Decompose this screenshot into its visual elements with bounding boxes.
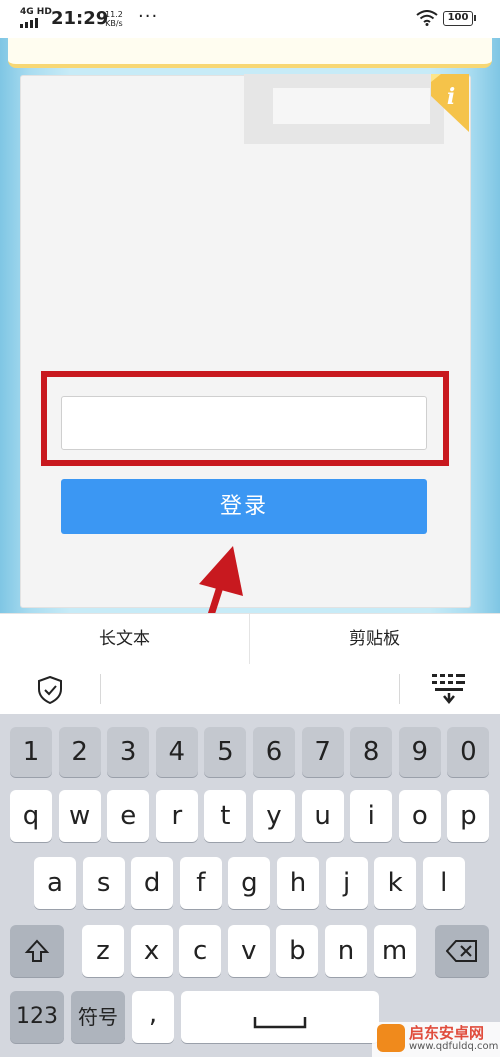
battery-icon: 100: [443, 11, 476, 26]
more-notifications-icon: ···: [138, 6, 159, 27]
shield-icon[interactable]: [37, 676, 63, 704]
key-r[interactable]: r: [155, 790, 198, 842]
clock: 21:29: [51, 8, 109, 29]
key-4[interactable]: 4: [155, 727, 198, 777]
key-j[interactable]: j: [325, 857, 368, 909]
key-y[interactable]: y: [253, 790, 295, 842]
backspace-icon: [445, 940, 477, 962]
key-0[interactable]: 0: [447, 727, 490, 777]
backspace-key[interactable]: [435, 925, 489, 977]
watermark-url: www.qdfuldq.com: [409, 1041, 499, 1052]
shift-key[interactable]: [10, 925, 64, 977]
key-123[interactable]: 123: [10, 991, 64, 1043]
key-z[interactable]: z: [82, 925, 124, 977]
divider: [100, 674, 101, 704]
info-icon[interactable]: i: [431, 74, 469, 132]
key-s[interactable]: s: [82, 857, 125, 909]
shift-icon: [24, 939, 50, 962]
key-e[interactable]: e: [107, 790, 150, 842]
tab-clipboard[interactable]: 剪贴板: [250, 614, 499, 664]
key-i[interactable]: i: [350, 790, 393, 842]
key-h[interactable]: h: [277, 857, 319, 909]
key-c[interactable]: c: [179, 925, 222, 977]
key-k[interactable]: k: [374, 857, 417, 909]
network-indicator: 4G HD: [20, 7, 52, 17]
key-a[interactable]: a: [34, 857, 76, 909]
key-v[interactable]: v: [227, 925, 270, 977]
key-symbols[interactable]: 符号: [71, 991, 125, 1043]
key-o[interactable]: o: [398, 790, 441, 842]
key-1[interactable]: 1: [10, 727, 52, 777]
space-key[interactable]: [181, 991, 379, 1043]
key-5[interactable]: 5: [204, 727, 247, 777]
status-bar: 4G HD 21:29 11.2 KB/s ··· 100: [0, 0, 500, 38]
key-6[interactable]: 6: [253, 727, 295, 777]
key-g[interactable]: g: [228, 857, 271, 909]
login-button[interactable]: 登录: [61, 479, 427, 534]
tab-long-text[interactable]: 长文本: [0, 614, 250, 664]
text-input-field[interactable]: [61, 396, 427, 450]
key-8[interactable]: 8: [350, 727, 393, 777]
info-box-content: [273, 88, 430, 124]
key-d[interactable]: d: [131, 857, 174, 909]
key-w[interactable]: w: [58, 790, 101, 842]
key-l[interactable]: l: [422, 857, 465, 909]
key-p[interactable]: p: [447, 790, 490, 842]
divider: [399, 674, 400, 704]
key-comma[interactable]: ,: [132, 991, 174, 1043]
ime-tab-bar: 长文本 剪贴板: [0, 613, 500, 665]
key-q[interactable]: q: [10, 790, 52, 842]
signal-icon: [20, 18, 38, 28]
key-n[interactable]: n: [325, 925, 367, 977]
keyboard-collapse-icon[interactable]: [431, 672, 467, 706]
key-x[interactable]: x: [130, 925, 173, 977]
wifi-icon: [416, 10, 438, 26]
key-9[interactable]: 9: [398, 727, 441, 777]
top-banner-strip: [8, 38, 492, 68]
watermark-title: 启东安卓网: [409, 1024, 485, 1042]
key-u[interactable]: u: [301, 790, 344, 842]
key-f[interactable]: f: [179, 857, 222, 909]
network-speed: 11.2 KB/s: [105, 10, 123, 28]
key-t[interactable]: t: [204, 790, 247, 842]
ime-toolbar: [0, 664, 500, 714]
space-icon: [253, 1017, 307, 1029]
key-3[interactable]: 3: [107, 727, 150, 777]
key-2[interactable]: 2: [58, 727, 101, 777]
watermark-logo-icon: [377, 1024, 405, 1052]
key-7[interactable]: 7: [301, 727, 344, 777]
key-m[interactable]: m: [373, 925, 416, 977]
svg-text:i: i: [447, 84, 455, 110]
key-b[interactable]: b: [276, 925, 319, 977]
